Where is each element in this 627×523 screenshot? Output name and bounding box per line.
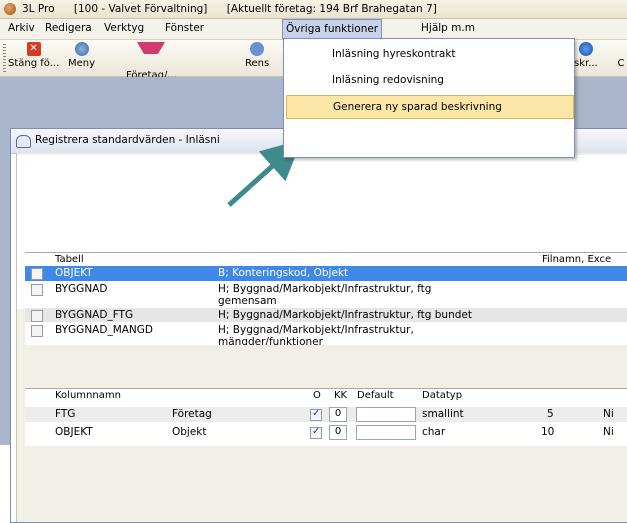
menu-verktyg[interactable]: Verktyg (101, 22, 147, 34)
column-header-datatyp[interactable]: Datatyp (422, 390, 462, 404)
kk-field[interactable]: 0 (329, 425, 347, 440)
default-field[interactable] (356, 425, 416, 440)
app-name: 3L Pro (22, 3, 55, 15)
toolbar-grip[interactable] (3, 44, 6, 72)
kk-field[interactable]: 0 (329, 407, 347, 422)
menu-icon (74, 42, 89, 56)
menu-ovriga-funktioner[interactable]: Övriga funktioner (282, 19, 383, 39)
window-title-text: Registrera standardvärden - Inläsni (35, 134, 220, 146)
company-icon (137, 42, 166, 68)
menu-bar: Arkiv Redigera Verktyg Fönster Övriga fu… (0, 19, 627, 40)
ovriga-funktioner-dropdown: Inläsning hyreskontrakt Inläsning redovi… (283, 38, 575, 158)
table-row[interactable]: BYGGNAD_FTG H; Byggnad/Markobjekt/Infras… (25, 308, 627, 322)
print-icon (578, 42, 593, 56)
close-company-button[interactable]: ✕ Stäng fö... (8, 42, 59, 69)
row-checkbox[interactable] (31, 284, 43, 296)
menu-item-inlasning-hyreskontrakt[interactable]: Inläsning hyreskontrakt (284, 43, 574, 65)
table-row[interactable]: BYGGNAD_MANGD H; Byggnad/Markobjekt/Infr… (25, 323, 627, 345)
column-header-o[interactable]: O (313, 390, 321, 404)
window-title: 3L Pro [100 - Valvet Förvaltning] [Aktue… (22, 3, 453, 15)
title-bar: 3L Pro [100 - Valvet Förvaltning] [Aktue… (0, 0, 627, 19)
menu-arkiv[interactable]: Arkiv (5, 22, 38, 34)
company-button[interactable]: Företag/... (126, 42, 177, 81)
column-header-default[interactable]: Default (357, 390, 394, 404)
row-checkbox[interactable] (31, 310, 43, 322)
clean-button[interactable]: Rens (245, 42, 269, 69)
table-list: Tabell Filnamn, Exce OBJEKT B; Kontering… (25, 252, 627, 345)
app-logo-icon (4, 3, 16, 15)
table-row[interactable]: FTG Företag 0 smallint 5 Ni (25, 407, 627, 422)
menu-fonster[interactable]: Fönster (162, 22, 207, 34)
default-field[interactable] (356, 407, 416, 422)
column-header-kk[interactable]: KK (334, 390, 347, 404)
menu-hjalp[interactable]: Hjälp m.m (418, 22, 478, 34)
column-header-kolumnnamn[interactable]: Kolumnnamn (55, 390, 121, 404)
menu-item-generera-beskrivning[interactable]: Generera ny sparad beskrivning (286, 95, 574, 119)
toolbar-c-button[interactable]: C (614, 42, 627, 69)
clean-icon (250, 42, 265, 56)
close-icon: ✕ (26, 42, 41, 56)
table-row[interactable]: BYGGNAD H; Byggnad/Markobjekt/Infrastruk… (25, 282, 627, 308)
current-company: [Aktuellt företag: 194 Brf Brahegatan 7] (226, 3, 437, 15)
table-row[interactable]: OBJEKT B; Konteringskod, Objekt (25, 266, 627, 281)
menu-button[interactable]: Meny (68, 42, 95, 69)
menu-item-inlasning-redovisning[interactable]: Inläsning redovisning (284, 69, 574, 91)
database-name: [100 - Valvet Förvaltning] (73, 3, 208, 15)
table-row[interactable]: OBJEKT Objekt 0 char 10 Ni (25, 425, 627, 440)
menu-redigera[interactable]: Redigera (42, 22, 95, 34)
row-checkbox[interactable] (31, 268, 43, 280)
o-checkbox[interactable] (310, 408, 322, 421)
row-checkbox[interactable] (31, 325, 43, 337)
window-icon (16, 135, 31, 148)
column-list: Kolumnnamn O KK Default Datatyp FTG Före… (25, 388, 627, 446)
print-button[interactable]: skr... (574, 42, 598, 69)
o-checkbox[interactable] (310, 426, 322, 439)
